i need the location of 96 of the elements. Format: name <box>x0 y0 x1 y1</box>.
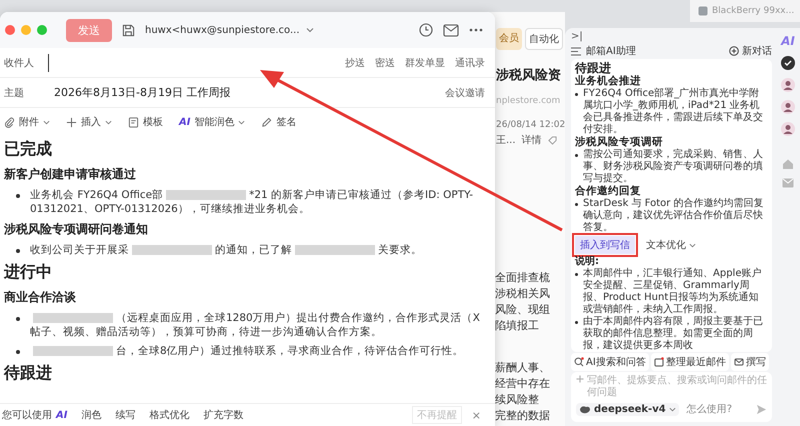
tag-icon <box>548 136 557 144</box>
toolbar-button[interactable]: 插入 <box>66 115 112 129</box>
answer-action-button[interactable]: 插入到写信 <box>575 236 635 254</box>
inbox-icon <box>654 357 664 367</box>
answer-subheading: 合作邀约回复 <box>575 185 642 198</box>
recipient-name: 王... <box>496 134 516 147</box>
plus-circle-icon <box>729 46 739 56</box>
quick-action-chip[interactable]: AI搜索和问答 <box>571 353 649 371</box>
subject-field[interactable]: 2026年8月13日-8月19日 工作周报 <box>48 85 435 100</box>
bullet-dot <box>575 273 578 276</box>
answer-subheading: 业务机会推进 <box>575 75 642 88</box>
caret-icon <box>105 118 112 126</box>
toolbar-button[interactable]: 模板 <box>128 115 163 129</box>
section-heading: 已完成 <box>4 139 53 160</box>
menu-icon[interactable] <box>571 46 581 56</box>
chat-input-field[interactable]: 写邮件、提炼要点、搜索或询问邮件的任何问题 <box>571 372 772 399</box>
check-avatar-icon[interactable] <box>781 56 795 70</box>
bullet-text: 台，全球8亿用户）通过推特联系，寻求商业合作，待评估合作可行性。 <box>30 344 464 358</box>
ai-action-link[interactable]: 扩充字数 <box>203 408 244 422</box>
toolbar-button[interactable]: 签名 <box>261 115 296 129</box>
bullet-text: 本周邮件中，汇丰银行通知、Apple账户安全提醒、三星促销、Grammarly周报、Product Hunt日报等均为系统通知或营销邮件，未纳入工作周报。 <box>583 268 762 316</box>
details-link[interactable]: 详情 <box>522 133 542 147</box>
notification-text: BlackBerry 99xx... <box>712 6 794 16</box>
sender-address: nplestore.com <box>496 96 562 106</box>
mail-icon <box>734 357 744 367</box>
sender-dropdown[interactable]: huwx<huwx@sunpiestore.co... <box>145 24 314 36</box>
mail-time: 26/08/14 12:02 <box>496 120 565 130</box>
plus-icon <box>66 116 77 128</box>
caret-icon <box>238 118 246 126</box>
mail-icon[interactable] <box>443 24 459 36</box>
panel-title: 邮箱AI助理 <box>586 44 636 58</box>
bullet-dot <box>16 249 20 253</box>
header-chip[interactable]: 会员 <box>496 28 522 50</box>
caret-icon <box>43 118 50 126</box>
collapse-button[interactable]: >| <box>571 31 772 43</box>
toolbar-button[interactable]: AI 智能润色 <box>179 115 246 129</box>
bullet-text: FY26Q4 Office部署_广州市真光中学附属坑口小学_教师用机，iPad*21 业务机会已具备推进条件，需跟进后续下单及交付安排。 <box>583 88 764 136</box>
answer-action-button[interactable]: 文本优化 <box>641 236 701 254</box>
subsection-heading: 新客户创建申请审核通过 <box>4 166 137 183</box>
paperclip-icon <box>4 116 15 128</box>
bullet-text: （远程桌面应用，全球1280万用户）提出付费合作邀约，合作形式灵活（X帖子、视频、赠品活动等），预算可协商，待进一步沟通确认合作方案。 <box>30 311 481 339</box>
save-icon[interactable] <box>122 24 135 36</box>
recipient-option[interactable]: 密送 <box>375 56 395 70</box>
bullet-dot <box>16 350 20 354</box>
bullet-dot <box>575 154 578 157</box>
mail-paragraph: 薪酬人事、 经营中存在 续风险整 完整的数据 <box>495 360 550 424</box>
section-heading: 进行中 <box>4 262 53 283</box>
header-chip[interactable]: 自动化 <box>525 28 563 50</box>
bullet-text: 收到公司关于开展采 的通知，已了解 关要求。 <box>30 243 422 257</box>
quick-action-chip[interactable]: 整理最近邮件 <box>650 353 729 371</box>
new-chat-button[interactable]: 新对话 <box>729 44 772 58</box>
subject-label: 主题 <box>4 86 25 100</box>
close-button[interactable]: × <box>472 408 481 422</box>
mail-paragraph: 全面排查梳 涉税相关风 风险、现组 陷填报工 <box>495 270 550 334</box>
ai-hint-text: 您可以使用 <box>2 408 52 422</box>
toolbar-button[interactable]: 附件 <box>4 115 50 129</box>
caret-icon <box>689 242 696 248</box>
subsection-heading: 商业合作洽谈 <box>4 289 77 306</box>
caret-icon <box>306 26 314 34</box>
bullet-dot <box>575 203 578 206</box>
quick-action-chip[interactable]: 撰写 <box>730 353 769 371</box>
subsection-heading: 涉税风险专项调研问卷通知 <box>4 221 149 238</box>
meeting-invite-link[interactable]: 会议邀请 <box>445 86 485 100</box>
bullet-dot <box>16 317 20 321</box>
bullet-text: StarDesk 与 Fotor 的合作邀约均需回复确认意向，建议优先评估合作价值后尽快答复。 <box>583 198 765 234</box>
recipient-label: 收件人 <box>4 56 35 70</box>
recipient-option[interactable]: 通讯录 <box>455 56 485 70</box>
bullet-text: 由于本周邮件内容有限，周报主要基于已获取的邮件信息整理。如需更全面的周报，建议提供更多本周收 <box>583 316 764 352</box>
clock-icon[interactable] <box>419 23 433 37</box>
answer-heading: 待跟进 <box>575 61 612 75</box>
mail-title: 涉税风险资 <box>496 67 562 84</box>
search-icon <box>574 357 584 367</box>
bullet-dot <box>16 194 20 198</box>
pen-icon <box>261 116 272 128</box>
more-icon[interactable] <box>469 28 483 32</box>
recipient-option[interactable]: 抄送 <box>345 56 365 70</box>
document-icon <box>128 116 139 128</box>
help-link[interactable]: 怎么使用? <box>686 402 732 416</box>
bullet-dot <box>575 93 578 96</box>
bullet-text: 需按公司通知要求，完成采购、销售、人事、财务涉税风险资产专项调研问卷的填写与提交。 <box>583 149 764 185</box>
app-icon <box>698 6 708 16</box>
avatar-icon[interactable] <box>781 78 795 92</box>
answer-subheading: 涉税风险专项调研 <box>575 136 664 148</box>
recipient-option[interactable]: 群发单显 <box>405 56 445 70</box>
ai-action-link[interactable]: 润色 <box>81 408 102 422</box>
avatar-icon[interactable] <box>781 100 795 114</box>
ai-label: AI <box>56 410 68 420</box>
section-heading: 待跟进 <box>4 363 53 384</box>
bullet-text: 业务机会 FY26Q4 Office部 *21 的新客户申请已审核通过（参考ID: OPTY-01312021、OPTY-01312026），可继续推进业务机会。 <box>30 188 474 216</box>
note-title: 说明: <box>575 255 600 268</box>
caret-icon <box>668 406 676 412</box>
ai-action-link[interactable]: 格式优化 <box>149 408 190 422</box>
ai-action-link[interactable]: 续写 <box>115 408 136 422</box>
bullet-dot <box>575 321 578 324</box>
avatar-icon[interactable] <box>781 122 795 136</box>
model-selector[interactable]: deepseek-v4 <box>576 402 679 416</box>
